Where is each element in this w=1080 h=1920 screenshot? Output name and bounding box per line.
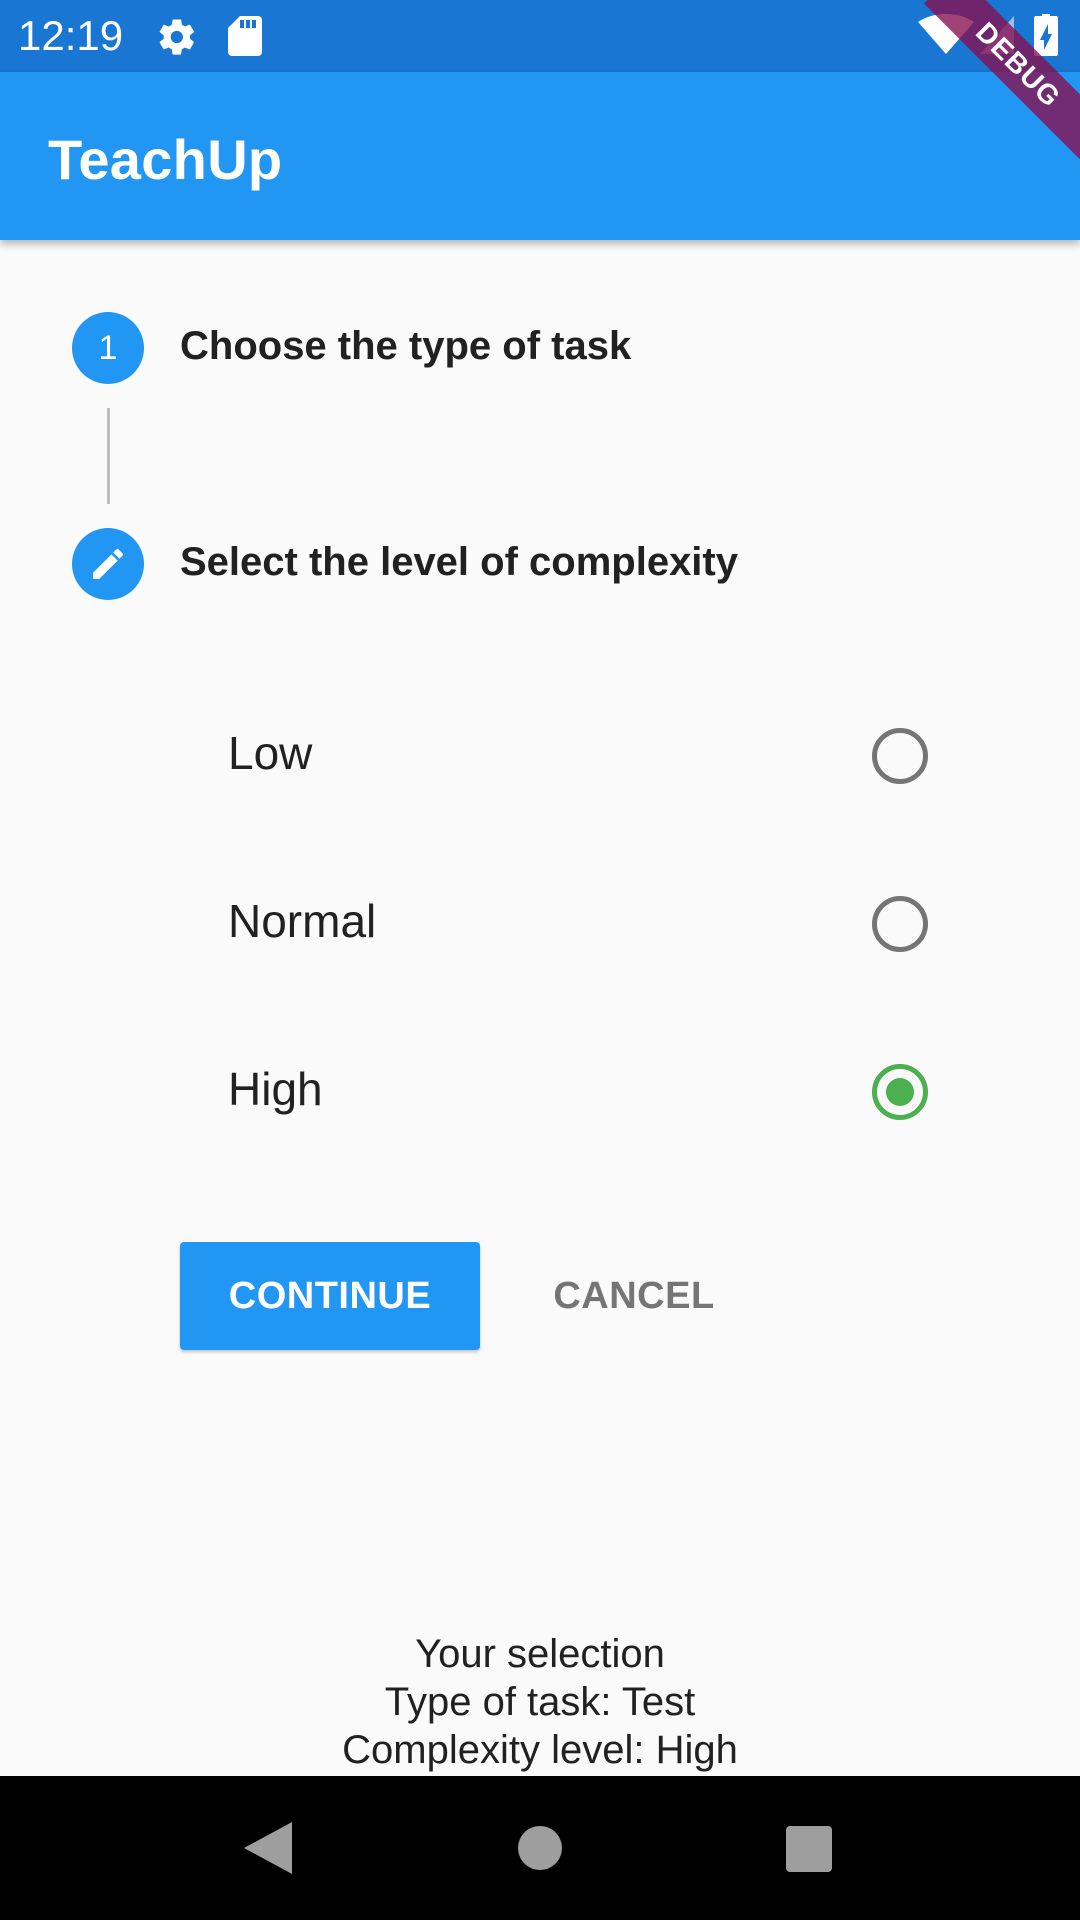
- option-high[interactable]: High: [180, 1008, 960, 1176]
- continue-button[interactable]: CONTINUE: [180, 1242, 480, 1350]
- step-connector-line: [107, 408, 110, 504]
- selection-summary: Your selection Type of task: Test Comple…: [0, 1630, 1080, 1774]
- edit-pencil-icon: [93, 548, 123, 579]
- option-normal-label: Normal: [228, 895, 377, 947]
- step-1-title[interactable]: Choose the type of task: [180, 324, 631, 369]
- option-low-radio[interactable]: [872, 728, 928, 784]
- option-low[interactable]: Low: [180, 672, 960, 840]
- app-bar: TeachUp: [0, 72, 1080, 240]
- recents-icon[interactable]: [786, 1826, 832, 1872]
- home-icon[interactable]: [518, 1826, 562, 1870]
- battery-charging-icon: [1034, 14, 1058, 56]
- option-low-label: Low: [228, 727, 313, 779]
- summary-complexity: Complexity level: High: [342, 1728, 738, 1772]
- option-high-label: High: [228, 1063, 323, 1115]
- summary-task-type: Type of task: Test: [384, 1680, 696, 1724]
- option-high-radio[interactable]: [872, 1064, 928, 1120]
- app-title: TeachUp: [48, 128, 283, 191]
- navigation-bar: [0, 1776, 1080, 1920]
- step-1-number-badge[interactable]: 1: [72, 312, 144, 384]
- sd-card-icon: [228, 16, 262, 56]
- option-normal-radio[interactable]: [872, 896, 928, 952]
- back-icon[interactable]: [244, 1822, 292, 1874]
- status-time: 12:19: [18, 12, 124, 59]
- summary-heading: Your selection: [415, 1632, 665, 1676]
- gear-icon: [159, 19, 194, 55]
- status-bar: 12:19: [0, 0, 1080, 72]
- step-2-title[interactable]: Select the level of complexity: [180, 540, 738, 585]
- option-normal[interactable]: Normal: [180, 840, 960, 1008]
- step-2-badge[interactable]: [72, 528, 144, 600]
- cancel-button[interactable]: CANCEL: [520, 1242, 748, 1350]
